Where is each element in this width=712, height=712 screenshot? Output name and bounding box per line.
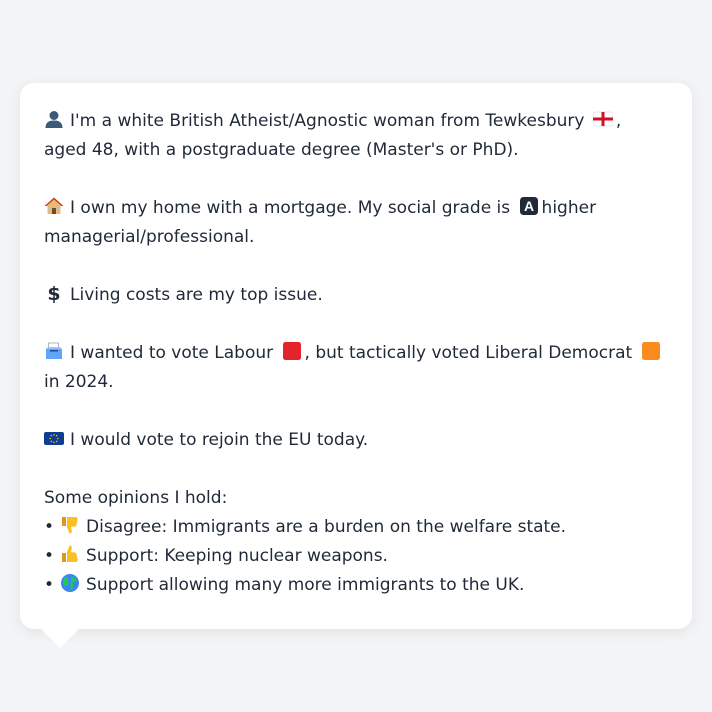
home-paragraph: I own my home with a mortgage. My social… [44, 194, 668, 252]
opinions-section: Some opinions I hold: • Disagree: Immigr… [44, 484, 668, 600]
eu-paragraph: I would vote to rejoin the EU today. [44, 426, 668, 455]
person-silhouette-icon [45, 111, 63, 128]
house-icon [44, 197, 64, 214]
vote-paragraph: I wanted to vote Labour , but tactically… [44, 339, 668, 397]
home-text-start: I own my home with a mortgage. My social… [70, 198, 511, 218]
england-flag-icon [592, 111, 613, 127]
identity-text-start: I'm a white British Atheist/Agnostic wom… [70, 111, 585, 131]
bullet: • [44, 546, 55, 566]
eu-text: I would vote to rejoin the EU today. [70, 430, 369, 450]
page: I'm a white British Atheist/Agnostic wom… [0, 0, 712, 712]
opinion-text-2: Support: Keeping nuclear weapons. [86, 546, 388, 566]
red-square-icon [282, 342, 301, 360]
bubble-tail [40, 628, 80, 648]
bullet: • [44, 517, 55, 537]
vote-text-part1: I wanted to vote Labour [70, 343, 274, 363]
persona-message-bubble: I'm a white British Atheist/Agnostic wom… [20, 83, 692, 629]
identity-paragraph: I'm a white British Atheist/Agnostic wom… [44, 107, 668, 165]
opinion-item-2: • Support: Keeping nuclear weapons. [44, 542, 668, 571]
thumbs-up-icon [62, 545, 78, 562]
opinion-text-3: Support allowing many more immigrants to… [86, 575, 525, 595]
ballot-box-icon [46, 342, 62, 359]
bullet: • [44, 575, 55, 595]
dollar-sign-icon: $ [47, 283, 60, 303]
opinions-heading: Some opinions I hold: [44, 488, 228, 508]
svg-text:$: $ [47, 283, 60, 303]
issue-text: Living costs are my top issue. [70, 285, 323, 305]
vote-text-part2: , but tactically voted Liberal Democrat [304, 343, 633, 363]
issue-paragraph: $ Living costs are my top issue. [44, 281, 668, 310]
opinion-text-1: Disagree: Immigrants are a burden on the… [86, 517, 567, 537]
letter-a-button-icon: A [519, 197, 538, 215]
thumbs-down-icon [62, 517, 78, 534]
grade-letter: A [523, 198, 533, 214]
vote-text-part3: in 2024. [44, 372, 114, 392]
opinion-item-3: • Support allowing many more immigrants … [44, 571, 668, 600]
eu-flag-icon [44, 432, 64, 445]
globe-icon [61, 574, 80, 592]
orange-square-icon [641, 342, 660, 360]
opinion-item-1: • Disagree: Immigrants are a burden on t… [44, 513, 668, 542]
